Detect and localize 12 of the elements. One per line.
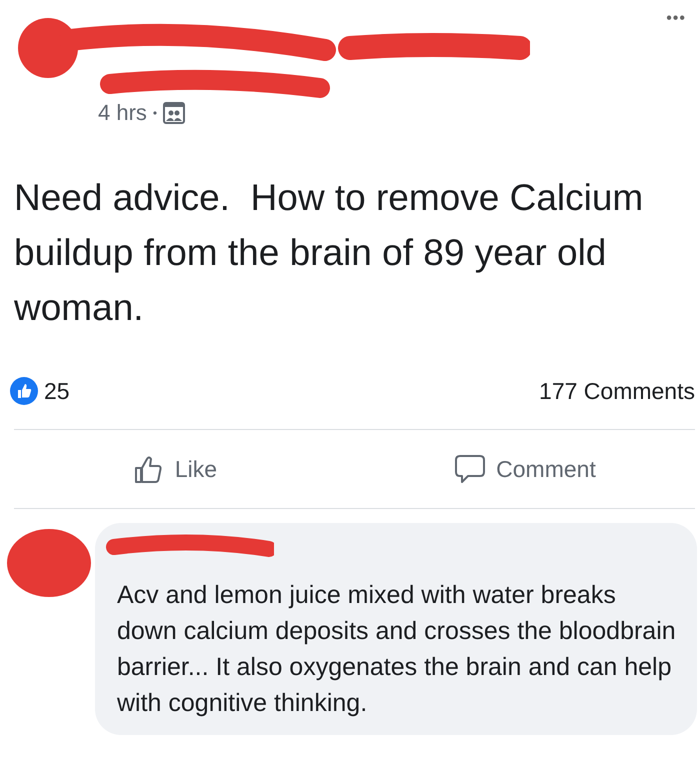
more-options-button[interactable]: ••• (666, 10, 686, 28)
post-text: Need advice. How to remove Calcium buildup from the brain of 89 year old woman. (14, 176, 644, 330)
audience-icon (163, 102, 186, 124)
post-time: 4 hrs (98, 100, 147, 126)
speech-bubble-icon (454, 453, 486, 485)
comment-text: Acv and lemon juice mixed with water breaks down calcium deposits and crosses the bloodbrain barrier... It also oxygenates the brain and can help with cognitive thinking. (117, 580, 677, 719)
separator-dot: • (152, 106, 158, 120)
comment-button[interactable]: Comment (350, 430, 700, 508)
like-button[interactable]: Like (0, 430, 350, 508)
like-count[interactable]: 25 (44, 378, 70, 404)
comment-count[interactable]: 177 Comments (539, 378, 695, 404)
like-reaction-icon (10, 377, 38, 405)
